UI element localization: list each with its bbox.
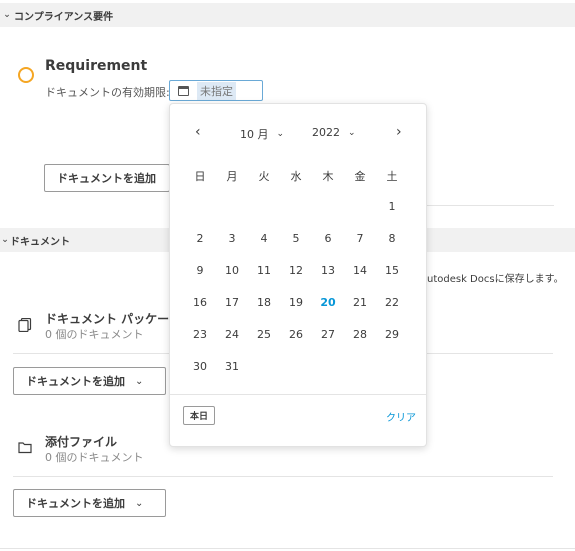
- calendar-day[interactable]: 8: [376, 232, 408, 245]
- chevron-down-icon: ⌄: [3, 10, 11, 20]
- weekday-label: 月: [226, 170, 238, 183]
- divider: [427, 205, 554, 206]
- calendar-day[interactable]: 31: [216, 360, 248, 373]
- chevron-down-icon: ⌄: [135, 497, 144, 509]
- calendar-day[interactable]: 12: [280, 264, 312, 277]
- calendar-day[interactable]: 26: [280, 328, 312, 341]
- calendar-day[interactable]: 1: [376, 200, 408, 213]
- divider: [13, 476, 553, 477]
- calendar-day[interactable]: 6: [312, 232, 344, 245]
- package-count: 0 個のドキュメント: [45, 328, 144, 341]
- requirement-title: Requirement: [45, 58, 148, 74]
- attachments-add-document-button[interactable]: ドキュメントを追加 ⌄: [13, 489, 166, 517]
- weekday-label: 水: [290, 170, 302, 183]
- calendar-day[interactable]: 22: [376, 296, 408, 309]
- calendar-day[interactable]: 3: [216, 232, 248, 245]
- add-document-label: ドキュメントを追加: [57, 172, 156, 185]
- today-button[interactable]: 本日: [183, 406, 216, 425]
- calendar-day[interactable]: 10: [216, 264, 248, 277]
- expiry-date-field[interactable]: 未指定: [169, 80, 263, 101]
- package-add-document-button[interactable]: ドキュメントを追加 ⌄: [13, 367, 166, 395]
- year-value: 2022: [312, 126, 340, 139]
- month-value: 10 月: [240, 128, 269, 141]
- divider: [170, 394, 426, 395]
- requirement-status-icon: [18, 67, 34, 83]
- document-package-icon: [18, 318, 32, 332]
- calendar-day[interactable]: 15: [376, 264, 408, 277]
- calendar-day[interactable]: 2: [184, 232, 216, 245]
- calendar-day[interactable]: 19: [280, 296, 312, 309]
- chevron-down-icon: ⌄: [348, 127, 356, 138]
- attachments-count: 0 個のドキュメント: [45, 451, 144, 464]
- calendar-day[interactable]: 18: [248, 296, 280, 309]
- calendar-day[interactable]: 24: [216, 328, 248, 341]
- calendar-day-today[interactable]: 20: [312, 296, 344, 309]
- documents-hint-text: utodesk Docsに保存します。: [427, 274, 564, 285]
- year-select[interactable]: 2022 ⌄: [312, 126, 356, 139]
- divider: [0, 548, 575, 549]
- add-document-label: ドキュメントを追加: [26, 375, 125, 388]
- calendar-icon: [178, 85, 189, 96]
- calendar-day[interactable]: 21: [344, 296, 376, 309]
- documents-section-title: ドキュメント: [10, 236, 70, 248]
- calendar-day[interactable]: 7: [344, 232, 376, 245]
- calendar-day[interactable]: 9: [184, 264, 216, 277]
- calendar-day[interactable]: 27: [312, 328, 344, 341]
- calendar-day[interactable]: 17: [216, 296, 248, 309]
- prev-month-button[interactable]: ‹: [195, 124, 201, 140]
- chevron-down-icon: ⌄: [1, 235, 9, 245]
- calendar-day[interactable]: 11: [248, 264, 280, 277]
- calendar-day[interactable]: 5: [280, 232, 312, 245]
- expiry-label: ドキュメントの有効期限:: [45, 86, 170, 99]
- chevron-down-icon: ⌄: [135, 375, 144, 387]
- calendar-day[interactable]: 16: [184, 296, 216, 309]
- month-select[interactable]: 10 月 ⌄: [240, 126, 284, 142]
- requirement-add-document-button[interactable]: ドキュメントを追加: [44, 164, 170, 192]
- calendar-day[interactable]: 23: [184, 328, 216, 341]
- date-picker: ‹ 10 月 ⌄ 2022 ⌄ › 日月火水木金土 1 2 3 4 5 6 7 8 9 10 11 1…: [169, 103, 427, 447]
- attachments-title: 添付ファイル: [45, 435, 118, 449]
- next-month-button[interactable]: ›: [396, 124, 402, 140]
- calendar-day[interactable]: 28: [344, 328, 376, 341]
- calendar-day[interactable]: 13: [312, 264, 344, 277]
- calendar-day[interactable]: 29: [376, 328, 408, 341]
- calendar-day[interactable]: 25: [248, 328, 280, 341]
- weekday-label: 木: [322, 170, 334, 183]
- weekday-label: 火: [258, 170, 270, 183]
- clear-link[interactable]: クリア: [386, 409, 416, 424]
- expiry-date-placeholder: 未指定: [197, 81, 236, 100]
- compliance-section-header[interactable]: ⌄ コンプライアンス要件: [0, 3, 575, 27]
- add-document-label: ドキュメントを追加: [26, 497, 125, 510]
- calendar-day[interactable]: 4: [248, 232, 280, 245]
- chevron-down-icon: ⌄: [276, 129, 285, 139]
- package-title: ドキュメント パッケージ: [45, 312, 181, 326]
- compliance-section-title: コンプライアンス要件: [14, 11, 114, 23]
- weekday-label: 土: [386, 170, 398, 183]
- calendar-day[interactable]: 30: [184, 360, 216, 373]
- calendar-day[interactable]: 14: [344, 264, 376, 277]
- weekday-label: 日: [194, 170, 206, 183]
- weekday-label: 金: [354, 170, 366, 183]
- folder-icon: [18, 442, 32, 454]
